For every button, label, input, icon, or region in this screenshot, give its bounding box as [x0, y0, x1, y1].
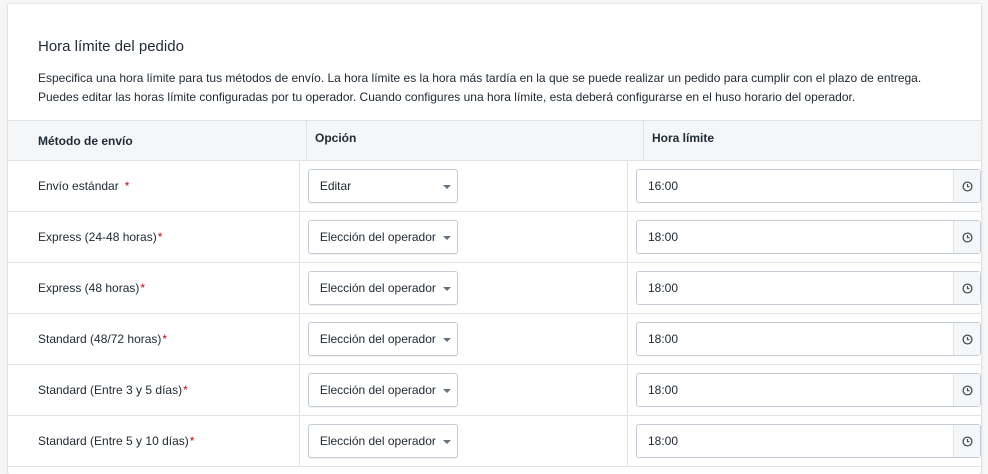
- chevron-down-icon: [442, 236, 451, 240]
- cutoff-time-input[interactable]: 18:00: [636, 424, 981, 458]
- required-marker: *: [189, 434, 195, 448]
- method-label: Envío estándar: [38, 179, 119, 193]
- header-option: Opción: [307, 121, 644, 160]
- method-cell: Standard (Entre 5 y 10 días) *: [8, 416, 300, 466]
- time-picker-button[interactable]: [953, 323, 980, 355]
- option-cell: Elección del operador: [300, 212, 628, 262]
- cutoff-time-input[interactable]: 18:00: [636, 220, 981, 254]
- cutoff-time-value: 18:00: [648, 230, 679, 244]
- cutoff-time-input[interactable]: 16:00: [636, 169, 981, 203]
- section-description: Especifica una hora límite para tus méto…: [38, 71, 922, 104]
- method-cell: Standard (48/72 horas) *: [8, 314, 300, 364]
- cutoff-time-value: 16:00: [648, 179, 679, 193]
- method-label: Standard (Entre 3 y 5 días): [38, 383, 183, 397]
- required-marker: *: [140, 281, 146, 295]
- option-select[interactable]: Elección del operador: [307, 424, 458, 458]
- required-marker: *: [124, 179, 130, 193]
- method-cell: Standard (Entre 3 y 5 días) *: [8, 365, 300, 415]
- option-select-value: Elección del operador: [319, 281, 436, 295]
- cutoff-time-card: Hora límite del pedido Especifica una ho…: [8, 4, 981, 474]
- required-marker: *: [162, 332, 168, 346]
- option-select[interactable]: Elección del operador: [307, 373, 458, 407]
- option-cell: Elección del operador: [300, 314, 628, 364]
- table-row: Standard (48/72 horas) * Elección del op…: [8, 314, 981, 365]
- option-select[interactable]: Elección del operador: [307, 220, 458, 254]
- option-cell: Elección del operador: [300, 263, 628, 313]
- cutoff-time-value: 18:00: [648, 434, 679, 448]
- option-select-value: Elección del operador: [319, 383, 436, 397]
- option-select-value: Elección del operador: [319, 434, 436, 448]
- option-cell: Editar: [300, 161, 628, 211]
- section-title: Hora límite del pedido: [38, 38, 184, 55]
- cutoff-cell: 16:00: [628, 161, 981, 211]
- method-cell: Express (48 horas) *: [8, 263, 300, 313]
- method-cell: Envío estándar *: [8, 161, 300, 211]
- cutoff-time-value: 18:00: [648, 332, 679, 346]
- time-picker-button[interactable]: [953, 374, 980, 406]
- cutoff-time-value: 18:00: [648, 383, 679, 397]
- method-label: Express (24-48 horas): [38, 230, 157, 244]
- method-label: Express (48 horas): [38, 281, 140, 295]
- cutoff-cell: 18:00: [628, 314, 981, 364]
- option-select-value: Elección del operador: [319, 332, 436, 346]
- option-select[interactable]: Elección del operador: [307, 271, 458, 305]
- cutoff-time-input[interactable]: 18:00: [636, 271, 981, 305]
- header-cutoff: Hora límite: [652, 131, 715, 145]
- chevron-down-icon: [442, 185, 451, 189]
- table-row: Standard (Entre 5 y 10 días) * Elección …: [8, 416, 981, 467]
- chevron-down-icon: [442, 287, 451, 291]
- cutoff-time-input[interactable]: 18:00: [636, 373, 981, 407]
- table-row: Standard (Entre 3 y 5 días) * Elección d…: [8, 365, 981, 416]
- time-picker-button[interactable]: [953, 221, 980, 253]
- option-select[interactable]: Editar: [307, 169, 458, 203]
- required-marker: *: [157, 230, 163, 244]
- clock-icon: [961, 333, 973, 345]
- cutoff-cell: 18:00: [628, 212, 981, 262]
- required-marker: *: [183, 383, 188, 397]
- option-cell: Elección del operador: [300, 365, 628, 415]
- table-row: Envío estándar * Editar 16:00: [8, 161, 981, 212]
- chevron-down-icon: [442, 440, 451, 444]
- cutoff-time-input[interactable]: 18:00: [636, 322, 981, 356]
- cutoff-cell: 18:00: [628, 416, 981, 466]
- clock-icon: [961, 384, 973, 396]
- chevron-down-icon: [442, 338, 451, 342]
- clock-icon: [961, 231, 973, 243]
- method-label: Standard (Entre 5 y 10 días): [38, 434, 189, 448]
- shipping-methods-table: Método de envío Opción Hora límite Envío…: [8, 120, 981, 467]
- clock-icon: [961, 282, 973, 294]
- time-picker-button[interactable]: [953, 425, 980, 457]
- method-label: Standard (48/72 horas): [38, 332, 162, 346]
- clock-icon: [961, 180, 973, 192]
- clock-icon: [961, 435, 973, 447]
- cutoff-cell: 18:00: [628, 365, 981, 415]
- cutoff-time-value: 18:00: [648, 281, 679, 295]
- table-header: Método de envío Opción Hora límite: [8, 121, 981, 161]
- option-cell: Elección del operador: [300, 416, 628, 466]
- header-method: Método de envío: [8, 121, 307, 160]
- chevron-down-icon: [442, 389, 451, 393]
- option-select-value: Elección del operador: [319, 230, 436, 244]
- table-row: Express (48 horas) * Elección del operad…: [8, 263, 981, 314]
- table-row: Express (24-48 horas) * Elección del ope…: [8, 212, 981, 263]
- option-select-value: Editar: [319, 179, 352, 193]
- time-picker-button[interactable]: [953, 272, 980, 304]
- time-picker-button[interactable]: [953, 170, 980, 202]
- method-cell: Express (24-48 horas) *: [8, 212, 300, 262]
- cutoff-cell: 18:00: [628, 263, 981, 313]
- option-select[interactable]: Elección del operador: [307, 322, 458, 356]
